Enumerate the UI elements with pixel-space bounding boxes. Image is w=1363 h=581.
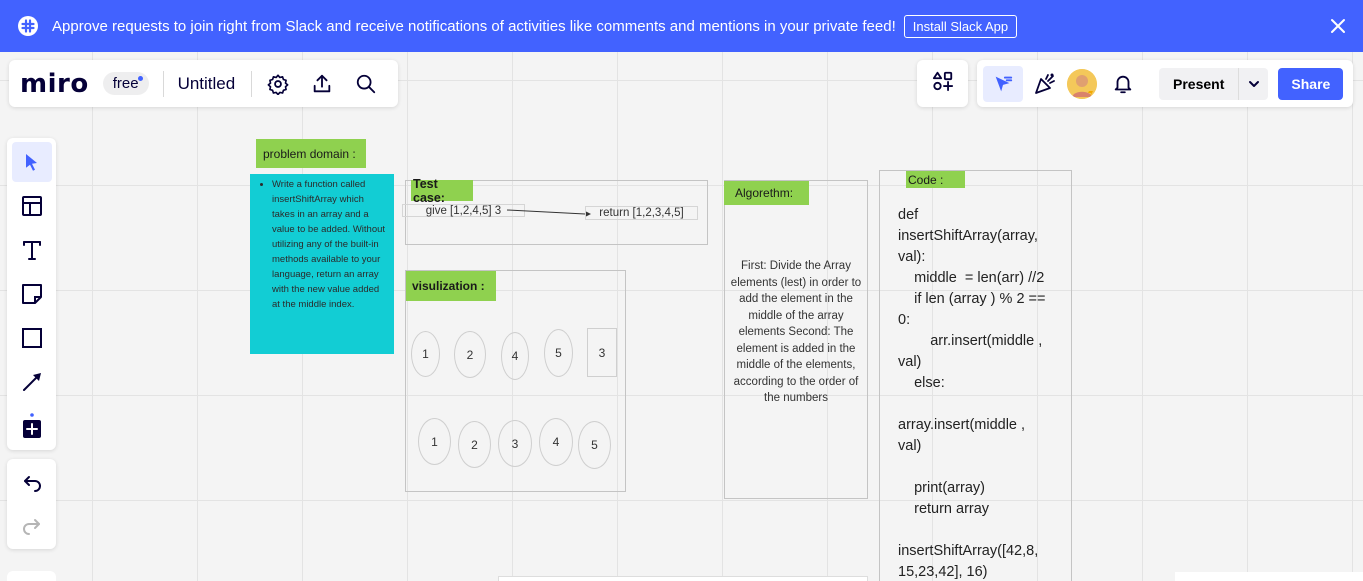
close-icon[interactable]	[1327, 15, 1349, 37]
celebrate-icon[interactable]	[1023, 62, 1067, 106]
after-item-circle[interactable]: 3	[498, 420, 532, 467]
after-item-circle[interactable]: 2	[458, 421, 491, 468]
redo-icon[interactable]	[12, 506, 52, 545]
before-item-circle[interactable]: 5	[544, 329, 573, 377]
install-slack-app-button[interactable]: Install Slack App	[903, 14, 1018, 38]
problem-domain-title: problem domain :	[263, 146, 356, 161]
chevron-down-icon[interactable]	[1238, 67, 1268, 100]
share-button[interactable]: Share	[1278, 67, 1344, 100]
inserted-value-box[interactable]: 3	[587, 328, 617, 377]
problem-domain-sticky-note[interactable]: Write a function called insertShiftArray…	[250, 174, 394, 354]
algorithm-label[interactable]: Algorethm:	[724, 181, 809, 205]
search-icon[interactable]	[344, 62, 388, 106]
collaboration-panel: Present Share	[977, 60, 1353, 107]
bottom-center-panel	[498, 576, 868, 581]
after-item-value: 2	[471, 437, 478, 452]
algorithm-title: Algorethm:	[735, 186, 794, 200]
plan-label: free	[112, 75, 139, 92]
board-canvas[interactable]	[0, 52, 1363, 581]
undo-icon[interactable]	[12, 463, 52, 502]
divider	[162, 70, 164, 97]
inserted-value: 3	[598, 345, 606, 360]
test-input-text: give [1,2,4,5] 3	[425, 204, 502, 217]
bottom-left-panel	[7, 571, 56, 581]
upload-icon[interactable]	[300, 62, 344, 106]
present-button[interactable]: Present	[1159, 76, 1238, 92]
shape-rectangle-icon[interactable]	[12, 318, 52, 358]
select-cursor-icon[interactable]	[11, 142, 52, 182]
add-more-tools-icon[interactable]	[12, 406, 52, 446]
test-output-text: return [1,2,3,4,5]	[599, 207, 684, 219]
plan-badge[interactable]: free	[102, 72, 149, 95]
divider	[251, 70, 253, 97]
after-item-value: 1	[431, 434, 438, 449]
test-case-label[interactable]: Test case:	[411, 177, 473, 205]
code-title: Code :	[908, 172, 944, 187]
sticky-note-icon[interactable]	[12, 274, 52, 314]
before-item-value: 5	[555, 346, 562, 360]
code-text[interactable]: def insertShiftArray(array, val): middle…	[898, 205, 1070, 581]
before-item-circle[interactable]: 2	[454, 331, 486, 378]
after-item-value: 3	[511, 436, 519, 451]
algorithm-text[interactable]: First: Divide the Array elements (lest) …	[730, 258, 862, 407]
bottom-right-panel	[1175, 572, 1363, 581]
settings-gear-icon[interactable]	[256, 62, 300, 106]
banner-message: Approve requests to join right from Slac…	[52, 17, 896, 35]
problem-domain-label[interactable]: problem domain :	[256, 139, 366, 168]
slack-banner: Approve requests to join right from Slac…	[0, 0, 1363, 52]
notifications-bell-icon[interactable]	[1101, 62, 1145, 106]
user-avatar[interactable]	[1067, 68, 1097, 99]
visualization-label[interactable]: visulization :	[406, 271, 496, 301]
after-item-circle[interactable]: 5	[578, 421, 611, 469]
before-item-value: 1	[422, 347, 429, 361]
after-item-value: 5	[591, 438, 598, 452]
apps-panel	[917, 60, 968, 107]
before-item-value: 4	[511, 349, 519, 363]
code-label[interactable]: Code :	[906, 171, 965, 188]
before-item-circle[interactable]: 1	[411, 331, 440, 377]
after-item-value: 4	[552, 435, 560, 449]
connection-line-icon[interactable]	[12, 362, 52, 402]
test-case-title: Test case:	[413, 176, 445, 205]
plan-dot-icon	[137, 76, 143, 81]
apps-icon[interactable]	[932, 70, 954, 97]
before-item-value: 2	[466, 347, 474, 362]
problem-domain-text: Write a function called insertShiftArray…	[272, 177, 388, 312]
undo-redo-panel	[7, 459, 56, 549]
test-output-box[interactable]: return [1,2,3,4,5]	[585, 206, 698, 220]
board-title[interactable]: Untitled	[178, 74, 236, 94]
cursor-toggle-button[interactable]	[983, 65, 1023, 102]
miro-logo[interactable]: miro	[20, 69, 89, 99]
templates-icon[interactable]	[12, 186, 52, 226]
before-item-circle[interactable]: 4	[501, 332, 529, 380]
present-group: Present	[1159, 67, 1269, 100]
slack-icon	[18, 16, 38, 36]
after-item-circle[interactable]: 4	[539, 418, 573, 466]
left-toolbar	[7, 138, 56, 450]
visualization-title: visulization :	[412, 279, 485, 293]
test-case-arrow	[506, 209, 591, 217]
text-tool-icon[interactable]	[12, 230, 52, 270]
after-item-circle[interactable]: 1	[418, 418, 451, 465]
board-header-panel: miro free Untitled	[9, 60, 398, 107]
